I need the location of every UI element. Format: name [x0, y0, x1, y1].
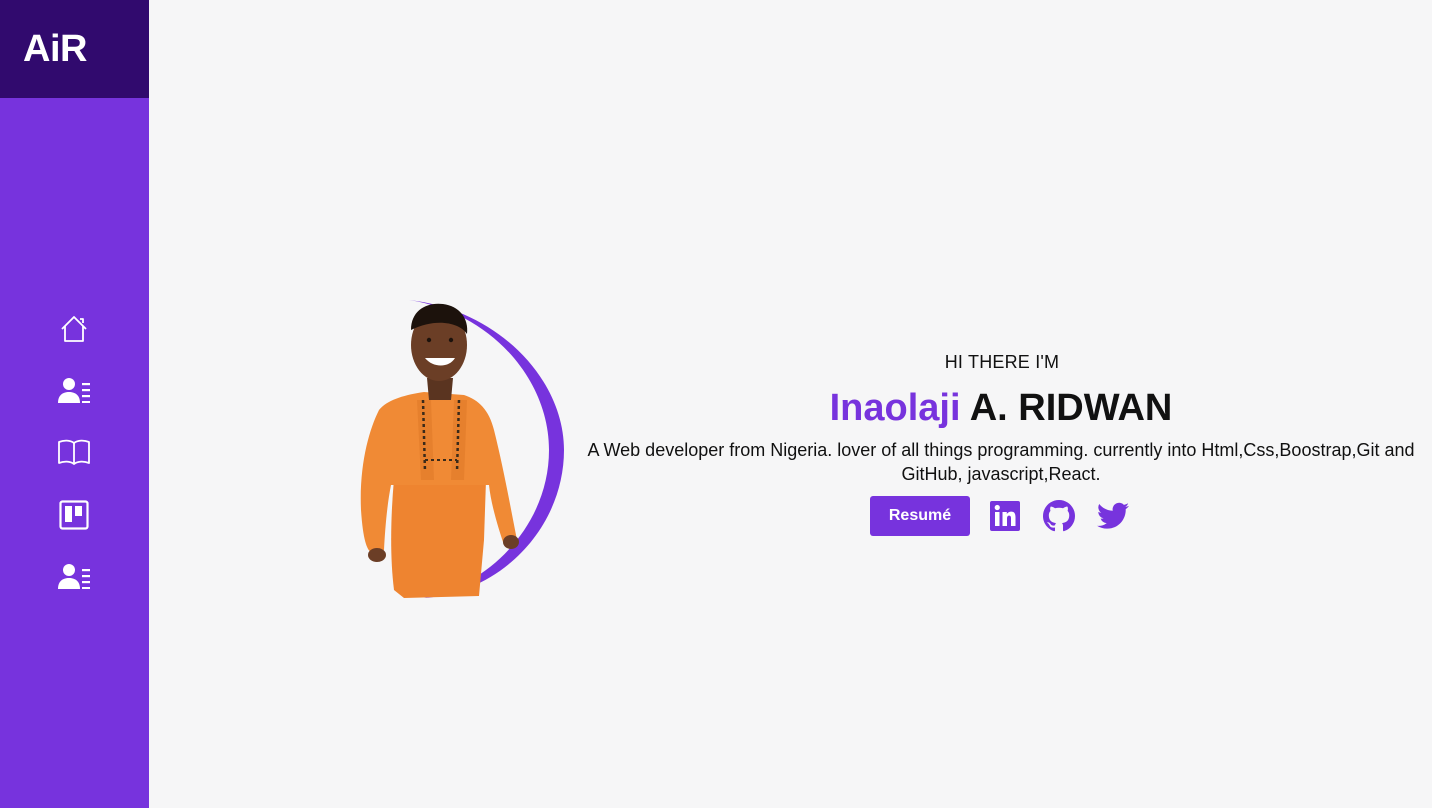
twitter-icon	[1097, 502, 1129, 529]
sidebar-item-projects[interactable]	[57, 498, 91, 532]
sidebar-item-resume[interactable]	[57, 435, 91, 469]
linkedin-icon	[990, 501, 1020, 531]
github-link[interactable]	[1040, 497, 1078, 535]
hero-section: HI THERE I'M Inaolaji A. RIDWAN A Web de…	[565, 350, 1432, 536]
main-content: HI THERE I'M Inaolaji A. RIDWAN A Web de…	[149, 0, 1432, 808]
twitter-link[interactable]	[1094, 497, 1132, 535]
about-user-icon	[58, 378, 90, 403]
book-icon	[58, 439, 90, 465]
bio-text: A Web developer from Nigeria. lover of a…	[587, 440, 1415, 484]
sidebar: AiR	[0, 0, 149, 808]
brand-logo[interactable]: AiR	[0, 0, 149, 98]
profile-photo	[360, 300, 565, 600]
sidebar-item-about[interactable]	[57, 374, 91, 408]
last-name: A. RIDWAN	[969, 387, 1173, 429]
first-name: Inaolaji	[829, 387, 961, 429]
linkedin-link[interactable]	[986, 497, 1024, 535]
hero-actions: Resumé	[565, 496, 1432, 536]
sidebar-item-contact[interactable]	[57, 560, 91, 594]
contact-user-icon	[58, 564, 90, 589]
github-icon	[1043, 500, 1075, 532]
home-icon	[61, 316, 87, 342]
greeting-text: HI THERE I'M	[944, 352, 1060, 372]
hero-name: Inaolaji A. RIDWAN	[565, 386, 1432, 430]
resume-button[interactable]: Resumé	[870, 496, 970, 536]
projects-board-icon	[59, 500, 89, 530]
sidebar-item-home[interactable]	[57, 312, 91, 346]
